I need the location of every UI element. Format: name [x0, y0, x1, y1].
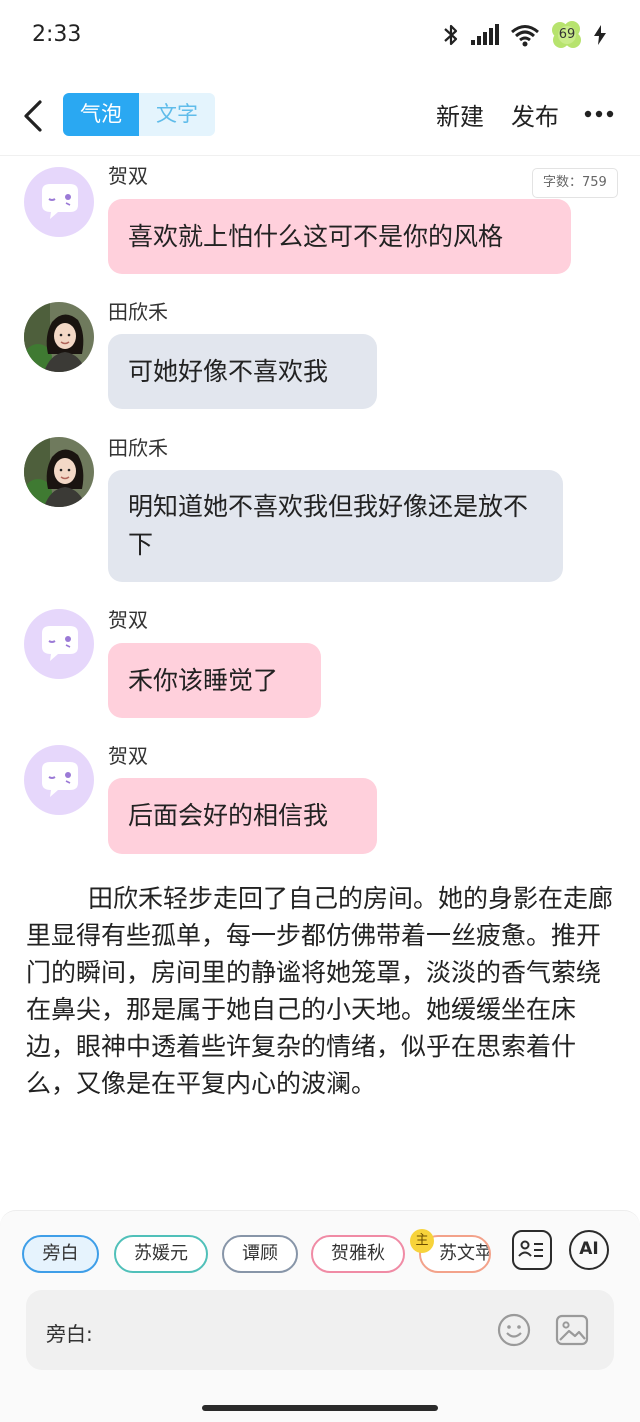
home-indicator[interactable]: [202, 1405, 438, 1411]
tab-bubble[interactable]: 气泡: [63, 93, 139, 136]
ai-button[interactable]: AI: [569, 1230, 609, 1270]
image-icon[interactable]: [554, 1312, 590, 1348]
character-chip-narrator[interactable]: 旁白: [22, 1235, 99, 1273]
battery-icon: 69: [550, 20, 584, 50]
narration-paragraph[interactable]: 田欣禾轻步走回了自己的房间。她的身影在走廊里显得有些孤单，每一步都仿佛带着一丝疲…: [26, 880, 616, 1102]
top-nav-bar: 气泡 文字 新建 发布: [0, 76, 640, 156]
avatar-hexuang[interactable]: [24, 609, 94, 679]
message-bubble[interactable]: 可她好像不喜欢我: [108, 334, 377, 409]
avatar-hexuang[interactable]: [24, 167, 94, 237]
dialogue-input[interactable]: 旁白:: [26, 1290, 614, 1370]
chat-bubble-avatar-icon: [24, 609, 94, 679]
avatar-tianxinhe[interactable]: [24, 437, 94, 507]
charging-icon: [594, 25, 606, 45]
contact-card-icon: [518, 1240, 543, 1257]
person-photo-avatar: [24, 437, 94, 507]
bluetooth-icon: [444, 24, 458, 46]
sender-name: 贺双: [108, 744, 148, 768]
avatar-tianxinhe[interactable]: [24, 302, 94, 372]
message-bubble[interactable]: 禾你该睡觉了: [108, 643, 321, 718]
chat-bubble-avatar-icon: [24, 167, 94, 237]
status-time: 2:33: [32, 22, 82, 47]
status-bar: 2:33 69: [0, 0, 640, 76]
character-chip[interactable]: 苏媛元: [114, 1235, 208, 1273]
new-button[interactable]: 新建: [436, 97, 484, 132]
status-icons: 69: [442, 20, 606, 50]
battery-level: 69: [558, 27, 576, 42]
publish-button[interactable]: 发布: [511, 97, 559, 132]
main-character-badge: 主: [410, 1229, 434, 1253]
sender-name: 田欣禾: [108, 300, 168, 324]
signal-icon: [471, 24, 499, 45]
message-bubble[interactable]: 明知道她不喜欢我但我好像还是放不下: [108, 470, 563, 582]
avatar-hexuang[interactable]: [24, 745, 94, 815]
chat-bubble-avatar-icon: [24, 745, 94, 815]
back-arrow-icon[interactable]: [18, 94, 50, 138]
view-mode-toggle: 气泡 文字: [63, 93, 215, 136]
word-count-badge: 字数：759: [532, 168, 618, 198]
more-options-icon[interactable]: [584, 110, 614, 118]
wifi-icon: [511, 25, 539, 47]
message-bubble[interactable]: 后面会好的相信我: [108, 778, 377, 854]
input-speaker-label: 旁白:: [46, 1322, 93, 1346]
character-chip[interactable]: 谭顾: [222, 1235, 298, 1273]
message-bubble[interactable]: 喜欢就上怕什么这可不是你的风格: [108, 199, 571, 274]
sender-name: 田欣禾: [108, 436, 168, 460]
character-card-button[interactable]: [512, 1230, 552, 1270]
person-photo-avatar: [24, 302, 94, 372]
emoji-icon[interactable]: [496, 1312, 532, 1348]
character-chip[interactable]: 贺雅秋: [311, 1235, 405, 1273]
sender-name: 贺双: [108, 164, 148, 188]
tab-text[interactable]: 文字: [139, 93, 215, 136]
sender-name: 贺双: [108, 608, 148, 632]
